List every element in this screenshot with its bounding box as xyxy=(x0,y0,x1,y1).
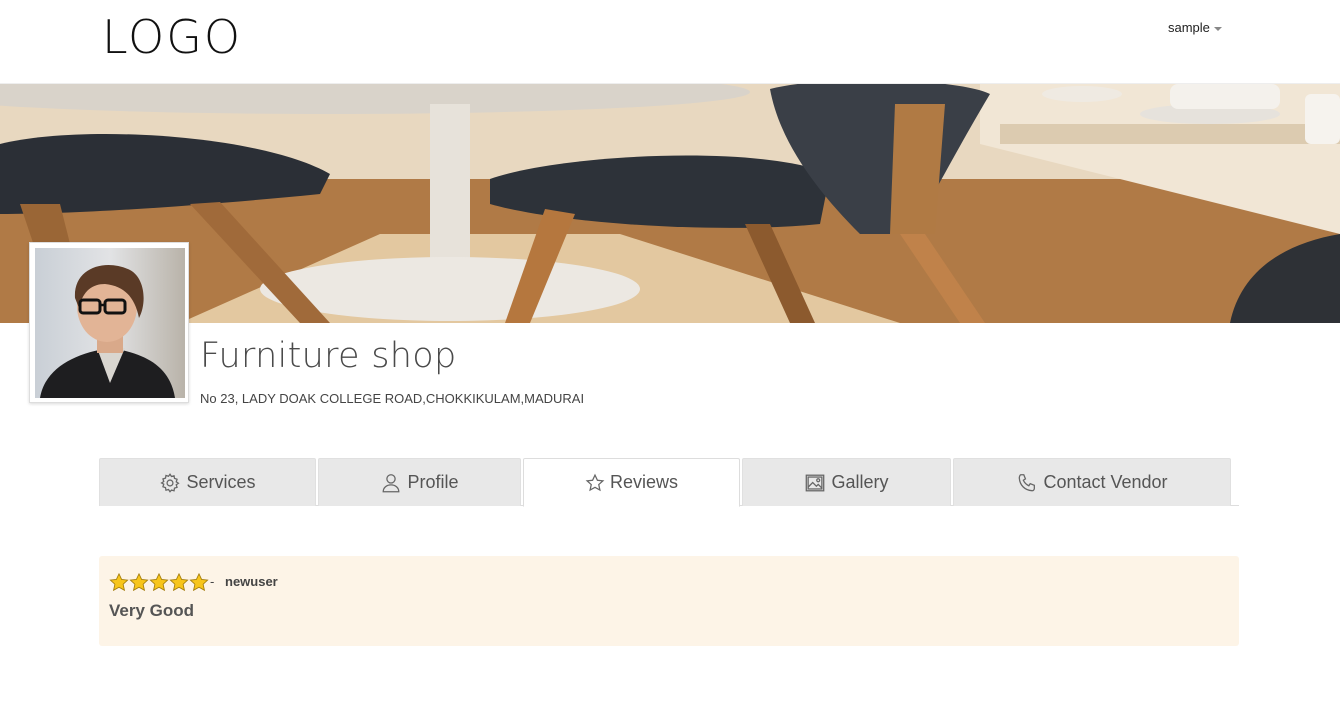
review-text: Very Good xyxy=(109,601,195,620)
star-icon xyxy=(585,473,605,493)
tab-services-label: Services xyxy=(186,472,256,492)
user-menu-dropdown[interactable]: sample xyxy=(1168,20,1222,35)
star-filled-icon xyxy=(109,572,129,597)
site-logo[interactable]: LOGO xyxy=(102,10,242,64)
tab-profile-label: Profile xyxy=(407,472,459,492)
user-icon xyxy=(380,472,402,494)
top-header: LOGO sample xyxy=(0,0,1340,84)
rating-stars xyxy=(109,572,209,597)
tab-gallery[interactable]: Gallery xyxy=(742,458,951,506)
tab-gallery-label: Gallery xyxy=(831,472,889,492)
tab-reviews-label: Reviews xyxy=(609,472,679,492)
caret-down-icon xyxy=(1213,26,1222,31)
phone-icon xyxy=(1016,472,1038,494)
image-icon xyxy=(804,472,826,494)
star-filled-icon xyxy=(149,572,169,597)
avatar-photo xyxy=(35,248,185,398)
tab-reviews[interactable]: Reviews xyxy=(523,458,740,507)
tab-contact-vendor-label: Contact Vendor xyxy=(1043,472,1168,492)
reviewer-name: newuser xyxy=(225,574,278,589)
user-menu-label: sample xyxy=(1168,20,1210,35)
star-filled-icon xyxy=(129,572,149,597)
rating-separator: - xyxy=(210,574,215,589)
star-filled-icon xyxy=(169,572,189,597)
tab-services[interactable]: Services xyxy=(99,458,316,506)
cover-banner-image xyxy=(0,84,1340,323)
vendor-tabs: Services Profile Reviews Gallery Contact… xyxy=(99,458,1239,507)
vendor-avatar xyxy=(29,242,189,403)
tab-profile[interactable]: Profile xyxy=(318,458,521,506)
shop-title: Furniture shop xyxy=(200,336,457,376)
gear-icon xyxy=(159,472,181,494)
review-card: - newuser Very Good xyxy=(99,556,1239,646)
shop-address: No 23, LADY DOAK COLLEGE ROAD,CHOKKIKULA… xyxy=(200,391,585,406)
tab-contact-vendor[interactable]: Contact Vendor xyxy=(953,458,1231,506)
star-filled-icon xyxy=(189,572,209,597)
